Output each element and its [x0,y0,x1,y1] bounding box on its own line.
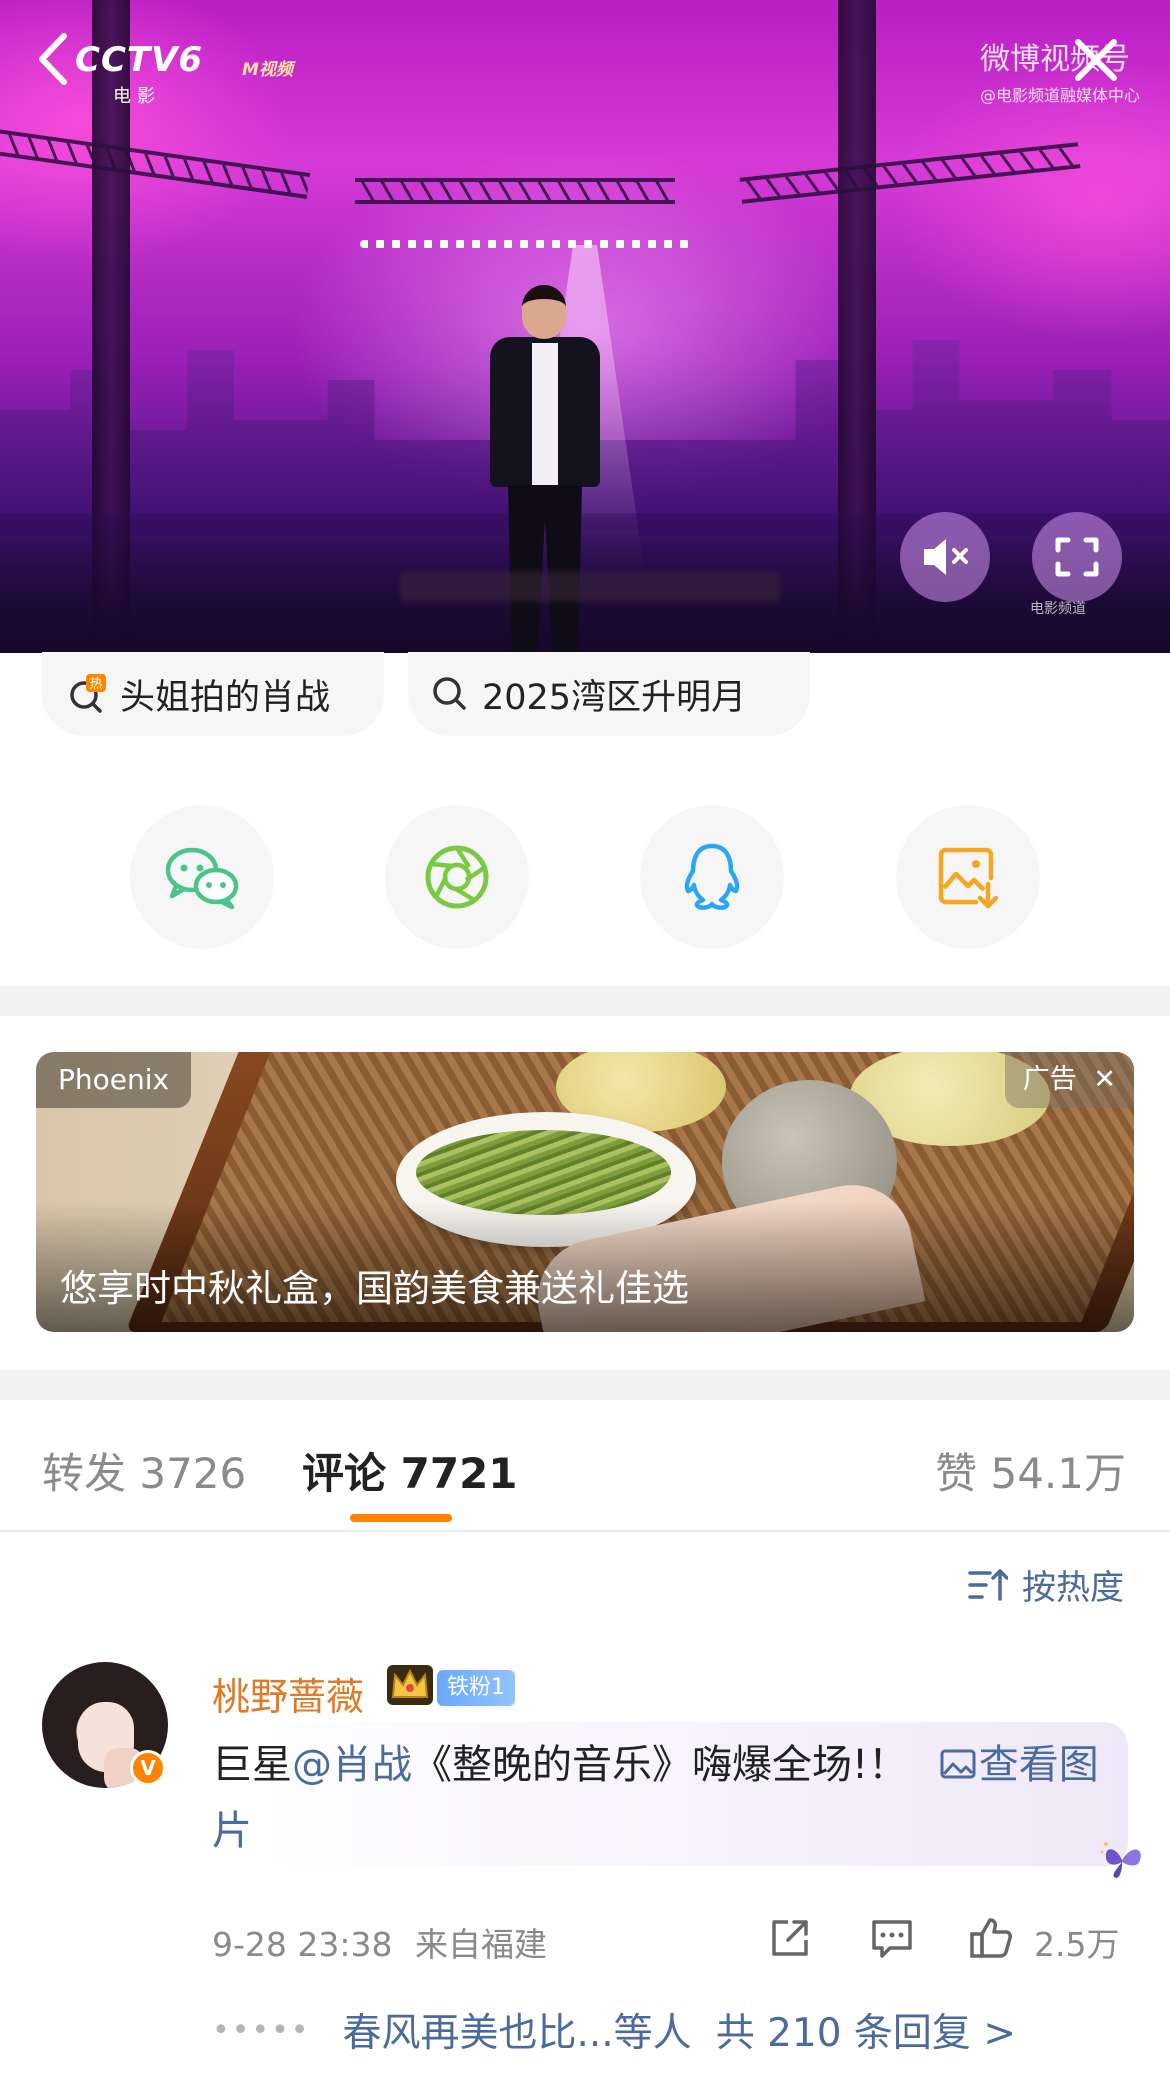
svg-text:热: 热 [89,677,102,692]
moments-aperture-icon [425,845,489,909]
ad-tag-label: 广告 [1022,1064,1077,1095]
tab-repost[interactable]: 转发 3726 [42,1440,246,1501]
close-button[interactable] [1066,30,1126,90]
topic-chip-label: 2025湾区升明月 [482,677,747,718]
comment-repost-button[interactable] [766,1914,814,1962]
repost-icon [772,1920,808,1956]
video-player[interactable]: CCTV6 电影 M视频 微博视频号 @电影频道融媒体中心 电影频道 [0,0,1170,653]
share-moments-button[interactable] [385,805,529,949]
section-divider [0,986,1170,1016]
mention-link[interactable]: @肖战 [292,1742,412,1788]
ellipsis-icon: ••••• [212,2012,311,2048]
stage-truss [739,142,1081,204]
comment-username[interactable]: 桃野蔷薇 [212,1666,364,1721]
comment-time: 9-28 23:38 [212,1925,393,1964]
fullscreen-button[interactable] [1032,512,1122,602]
butterfly-decoration-icon [1100,1842,1141,1878]
reply-total: 共 210 条回复 > [715,2011,1016,2056]
comment-text-body: 《整晚的音乐》嗨爆全场!！ [412,1742,909,1788]
topic-chip-search[interactable]: 2025湾区升明月 [408,652,810,736]
stage-truss [355,178,675,204]
crown-icon [387,1665,433,1705]
ad-brand-label: Phoenix [36,1052,192,1108]
fan-level-badge: 铁粉1 [437,1670,515,1706]
comment-like-count: 2.5万 [1034,1925,1120,1964]
sort-by-hot-button[interactable]: 按热度 [968,1560,1124,1609]
mute-button[interactable] [900,512,990,602]
video-subtitle-blurred [400,572,780,602]
share-wechat-button[interactable] [130,805,274,949]
comment-location: 来自福建 [415,1925,547,1964]
sort-label: 按热度 [1022,1568,1124,1608]
active-tab-indicator [350,1514,452,1522]
back-button[interactable] [28,28,84,90]
close-icon: ✕ [1093,1064,1116,1095]
topic-chip-label: 头姐拍的肖战 [120,677,331,718]
ad-banner[interactable]: Phoenix 广告 ✕ 悠享时中秋礼盒，国韵美食兼送礼佳选 [36,1052,1134,1332]
section-divider [0,1370,1170,1400]
wechat-icon [165,847,239,910]
search-icon [433,677,466,710]
back-arrow-icon [39,33,67,85]
topic-chip-hot[interactable]: 热 头姐拍的肖战 [42,652,384,736]
qq-penguin-icon [684,843,740,910]
tab-comments[interactable]: 评论 7721 [302,1440,518,1501]
comment-bubble-icon [872,1920,912,1958]
share-save-image-button[interactable] [896,805,1040,949]
comment-meta: 9-28 23:38 来自福建 [212,1918,547,1966]
reply-preview: 春风再美也比...等人 [342,2011,692,2056]
tab-likes[interactable]: 赞 54.1万 [935,1440,1126,1501]
thumbs-up-icon [970,1918,1012,1958]
stage-light-row [360,240,690,248]
tabs-divider [0,1530,1170,1532]
comment-like-button[interactable] [968,1914,1016,1962]
verified-badge: V [130,1750,166,1786]
sort-icon [968,1568,1008,1601]
comment-text-prefix: 巨星 [212,1742,292,1788]
fullscreen-icon [1055,537,1099,577]
comment-reply-button[interactable] [868,1914,916,1962]
save-image-icon [938,847,999,909]
stage-truss [0,127,311,199]
hot-search-icon: 热 [70,674,106,713]
close-x-icon [1075,39,1117,81]
cctv6-logo: CCTV6 电影 [75,40,204,107]
view-replies-link[interactable]: ••••• 春风再美也比...等人 共 210 条回复 > [212,2002,1016,2058]
share-qq-button[interactable] [640,805,784,949]
ad-close-button[interactable]: 广告 ✕ [1004,1052,1134,1108]
image-icon [940,1749,976,1779]
speaker-muted-icon [924,539,968,575]
partner-logo: M视频 [242,60,293,80]
comment-text: 巨星@肖战《整晚的音乐》嗨爆全场!！ 查看图片 [212,1732,1112,1864]
ad-title: 悠享时中秋礼盒，国韵美食兼送礼佳选 [60,1267,689,1310]
